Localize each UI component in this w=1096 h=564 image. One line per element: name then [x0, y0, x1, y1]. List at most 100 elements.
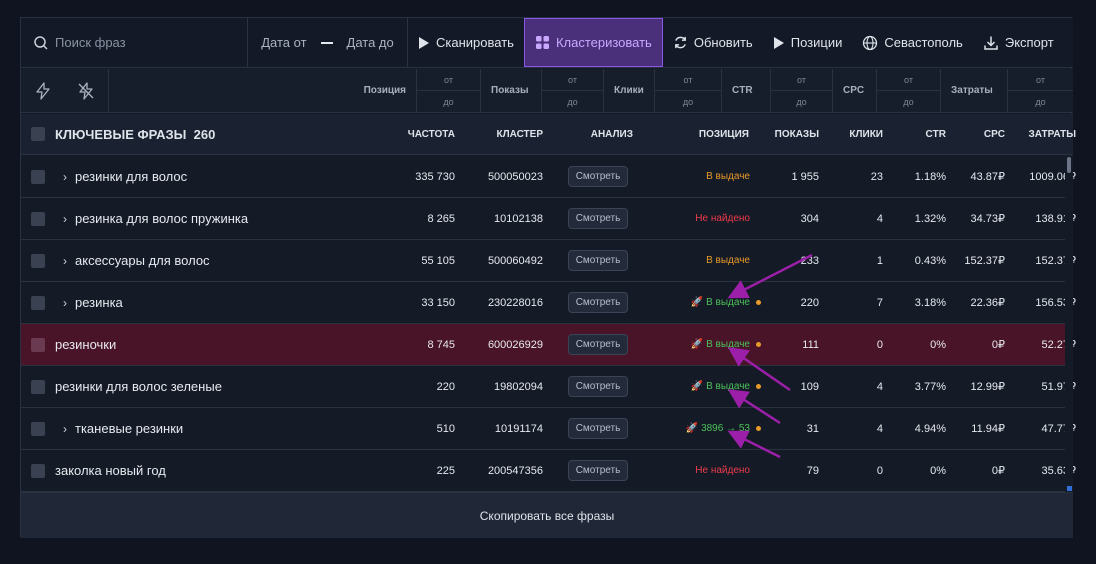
row-checkbox[interactable] [31, 211, 45, 226]
position-status: В выдаче [706, 255, 750, 266]
view-button[interactable]: Смотреть [567, 376, 629, 397]
shows-cell: 220 [800, 296, 819, 309]
filter-shows: Показы от до [480, 69, 603, 112]
phrase-text: резинка для волос пружинка [75, 211, 249, 226]
lightning-icon[interactable] [34, 81, 52, 100]
cluster-cell: 230228016 [487, 296, 543, 309]
scroll-thumb[interactable] [1067, 157, 1071, 173]
cluster-cell: 19802094 [494, 380, 543, 393]
rocket-icon: 🚀 [690, 381, 704, 392]
filter-to[interactable]: до [771, 91, 832, 112]
filter-row: Позиция от до Показы от до Клики от до CTR … [21, 69, 1073, 113]
view-button[interactable]: Смотреть [567, 292, 629, 313]
search-box[interactable] [21, 18, 248, 67]
header-cluster[interactable]: КЛАСТЕР [455, 129, 543, 140]
table-row[interactable]: › резинки для волос 335 730 500050023 Смотре… [21, 156, 1076, 198]
header-cpc[interactable]: CPC [946, 129, 1005, 140]
row-checkbox[interactable] [31, 463, 45, 478]
view-button[interactable]: Смотреть [567, 418, 629, 439]
chevron-right-icon[interactable]: › [55, 422, 75, 436]
rocket-icon: 🚀 [690, 339, 704, 350]
filter-from[interactable]: от [1008, 69, 1073, 91]
chevron-right-icon[interactable]: › [55, 212, 75, 226]
ctr-cell: 0% [930, 464, 946, 477]
ctr-cell: 4.94% [914, 422, 946, 435]
filter-label: CPC [843, 85, 865, 96]
positions-button[interactable]: Позиции [763, 18, 853, 67]
header-shows[interactable]: ПОКАЗЫ [761, 129, 819, 140]
copy-all-button[interactable]: Скопировать все фразы [21, 492, 1073, 538]
header-phrases[interactable]: КЛЮЧЕВЫЕ ФРАЗЫ 260 [55, 127, 389, 142]
table-row[interactable]: › аксессуары для волос 55 105 500060492 Смот… [21, 240, 1076, 282]
table-row[interactable]: › резинка для волос пружинка 8 265 10102138… [21, 198, 1076, 240]
refresh-button[interactable]: Обновить [663, 18, 763, 67]
scrollbar[interactable] [1065, 156, 1073, 492]
filter-position: Позиция от до [352, 69, 480, 112]
row-checkbox[interactable] [31, 295, 45, 310]
table-row[interactable]: заколка новый год 225 200547356 Смотреть Не … [21, 450, 1076, 492]
position-cell: Не найдено [653, 465, 761, 476]
date-to-field[interactable]: Дата до [347, 35, 394, 50]
table-row[interactable]: › резинка 33 150 230228016 Смотреть 🚀 В выдаче… [21, 282, 1076, 324]
chevron-right-icon[interactable]: › [55, 296, 75, 310]
header-frequency[interactable]: ЧАСТОТА [389, 129, 455, 140]
clicks-cell: 4 [876, 422, 883, 435]
table-row[interactable]: › тканевые резинки 510 10191174 Смотреть 🚀 389… [21, 408, 1076, 450]
table-row[interactable]: резиночки 8 745 600026929 Смотреть 🚀 В выдаче… [21, 324, 1076, 366]
filter-label: Позиция [363, 85, 406, 96]
view-button[interactable]: Смотреть [567, 208, 629, 229]
header-analysis[interactable]: АНАЛИЗ [543, 129, 653, 140]
cluster-cell: 600026929 [487, 338, 543, 351]
export-button[interactable]: Экспорт [973, 18, 1064, 67]
view-button[interactable]: Смотреть [567, 166, 629, 187]
frequency-cell: 225 [436, 464, 455, 477]
row-checkbox[interactable] [31, 421, 45, 436]
view-button[interactable]: Смотреть [567, 250, 629, 271]
ctr-cell: 3.77% [914, 380, 946, 393]
header-ctr[interactable]: CTR [883, 129, 946, 140]
export-label: Экспорт [1004, 35, 1054, 50]
row-checkbox[interactable] [31, 253, 45, 268]
phrase-text: аксессуары для волос [75, 253, 210, 268]
filter-from[interactable]: от [771, 69, 832, 91]
shows-cell: 111 [802, 338, 819, 351]
filter-to[interactable]: до [542, 91, 603, 112]
shows-cell: 31 [806, 422, 819, 435]
filter-from[interactable]: от [655, 69, 721, 91]
position-status: 3896 → 53 [701, 423, 750, 434]
row-checkbox[interactable] [31, 169, 45, 184]
date-from-field[interactable]: Дата от [261, 35, 306, 50]
lightning-off-icon[interactable] [77, 81, 95, 100]
chevron-right-icon[interactable]: › [55, 170, 75, 184]
filter-to[interactable]: до [877, 91, 940, 112]
cluster-button[interactable]: Кластеризовать [523, 18, 663, 67]
filter-to[interactable]: до [655, 91, 721, 112]
region-button[interactable]: Севастополь [852, 18, 973, 67]
region-label: Севастополь [884, 35, 963, 50]
view-button[interactable]: Смотреть [567, 334, 629, 355]
filter-to[interactable]: до [417, 91, 480, 112]
header-position[interactable]: ПОЗИЦИЯ [653, 129, 761, 140]
filter-to[interactable]: до [1008, 91, 1073, 112]
ctr-cell: 1.32% [914, 212, 946, 225]
date-separator [320, 41, 333, 44]
filter-from[interactable]: от [417, 69, 480, 91]
select-all-checkbox[interactable] [31, 127, 45, 141]
phrase-text: резинка [75, 295, 123, 310]
row-checkbox[interactable] [31, 337, 45, 352]
row-checkbox[interactable] [31, 379, 45, 394]
filter-from[interactable]: от [542, 69, 603, 91]
header-cost[interactable]: ЗАТРАТЫ [1005, 129, 1076, 140]
chevron-right-icon[interactable]: › [55, 254, 75, 268]
position-cell: 🚀 В выдаче [653, 339, 761, 350]
phrase-text: заколка новый год [55, 463, 166, 478]
position-cell: В выдаче [653, 171, 761, 182]
header-clicks[interactable]: КЛИКИ [819, 129, 883, 140]
scan-button[interactable]: Сканировать [408, 18, 524, 67]
position-status: Не найдено [695, 213, 750, 224]
filter-from[interactable]: от [877, 69, 940, 91]
shows-cell: 233 [800, 254, 819, 267]
view-button[interactable]: Смотреть [567, 460, 629, 481]
table-row[interactable]: резинки для волос зеленые 220 19802094 Смот… [21, 366, 1076, 408]
search-input[interactable] [55, 35, 235, 50]
